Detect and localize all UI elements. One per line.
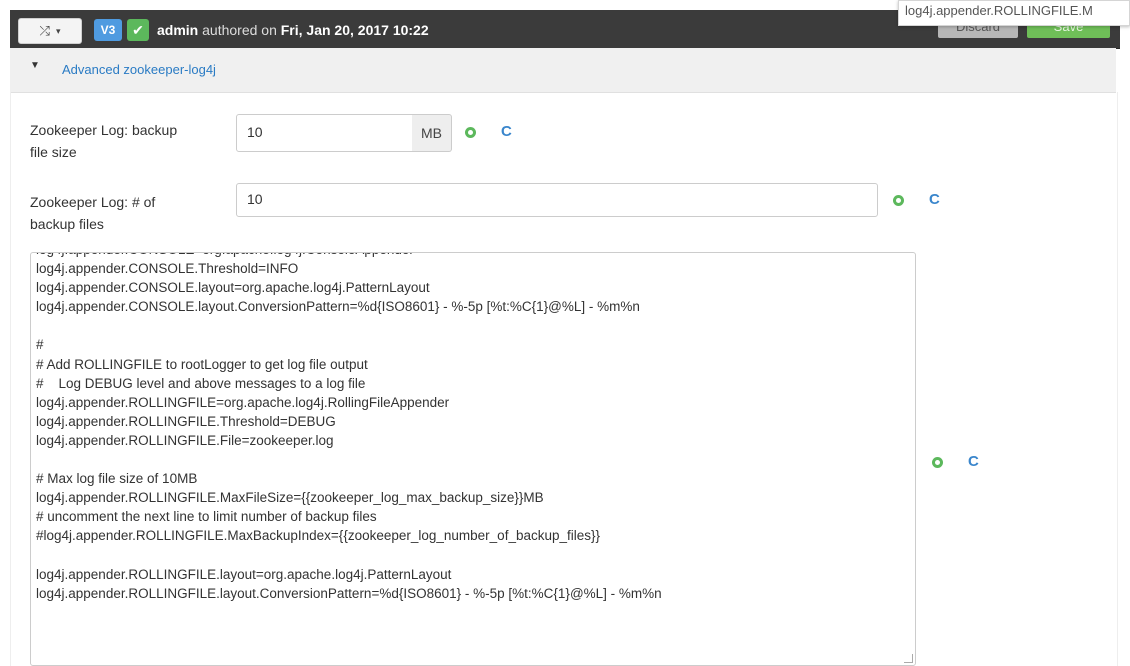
template-line: # uncomment the next line to limit numbe… [36, 509, 377, 525]
template-line: log4j.appender.CONSOLE=org.apache.log4j.… [36, 253, 662, 259]
template-line: log4j.appender.ROLLINGFILE.layout.Conver… [36, 585, 662, 601]
template-line: # [36, 337, 44, 353]
resize-handle[interactable] [904, 654, 913, 663]
backup-size-label-line2: file size [30, 144, 77, 160]
template-line: log4j.appender.ROLLINGFILE.layout=org.ap… [36, 566, 452, 582]
authored-text: authored on [198, 22, 281, 38]
add-override-icon[interactable] [465, 127, 476, 138]
template-line: log4j.appender.ROLLINGFILE.MaxFileSize={… [36, 490, 544, 506]
refresh-icon[interactable]: C [501, 124, 512, 139]
backup-size-label: Zookeeper Log: backup file size [30, 119, 177, 163]
backup-files-label-line2: backup files [30, 216, 104, 232]
version-author: admin [157, 22, 199, 38]
template-line: # Max log file size of 10MB [36, 471, 198, 487]
template-line: log4j.appender.ROLLINGFILE.Threshold=DEB… [36, 413, 336, 429]
backup-files-input[interactable]: 10 [236, 183, 878, 217]
refresh-icon[interactable]: C [929, 192, 940, 207]
template-line: # Log DEBUG level and above messages to … [36, 375, 366, 391]
template-line: log4j.appender.ROLLINGFILE=org.apache.lo… [36, 394, 450, 410]
section-title[interactable]: Advanced zookeeper-log4j [62, 62, 216, 77]
log4j-template-textarea[interactable]: log4j.appender.CONSOLE=org.apache.log4j.… [30, 252, 916, 666]
tooltip: log4j.appender.ROLLINGFILE.M [898, 0, 1130, 26]
template-line: log4j.appender.ROLLINGFILE.File=zookeepe… [36, 432, 334, 448]
version-date: Fri, Jan 20, 2017 10:22 [280, 22, 429, 38]
template-content: log4j.appender.CONSOLE=org.apache.log4j.… [36, 253, 662, 603]
template-line: log4j.appender.CONSOLE.layout.Conversion… [36, 299, 640, 315]
template-line [36, 546, 662, 565]
template-line [36, 316, 662, 335]
refresh-icon[interactable]: C [968, 454, 979, 469]
version-info: admin authored on Fri, Jan 20, 2017 10:2… [157, 22, 429, 38]
backup-files-label-line1: Zookeeper Log: # of [30, 194, 156, 210]
template-line: log4j.appender.CONSOLE.layout=org.apache… [36, 280, 430, 296]
template-line: # Add ROLLINGFILE to rootLogger to get l… [36, 356, 368, 372]
template-line: #log4j.appender.ROLLINGFILE.MaxBackupInd… [36, 528, 601, 544]
version-badge[interactable]: V3 [94, 19, 122, 41]
backup-size-label-line1: Zookeeper Log: backup [30, 122, 178, 138]
backup-size-input[interactable]: 10 [236, 114, 413, 152]
compare-versions-button[interactable]: ⤮ ▾ [18, 18, 82, 44]
shuffle-icon: ⤮ [39, 23, 50, 38]
chevron-down-icon: ▾ [55, 25, 61, 36]
backup-size-unit: MB [412, 114, 452, 152]
template-line: log4j.appender.CONSOLE.Threshold=INFO [36, 261, 299, 277]
backup-files-label: Zookeeper Log: # of backup files [30, 191, 155, 235]
add-override-icon[interactable] [893, 195, 904, 206]
advanced-zookeeper-log4j-header[interactable]: ▼ Advanced zookeeper-log4j [10, 48, 1116, 93]
collapse-caret-icon[interactable]: ▼ [30, 60, 40, 71]
current-version-check-icon: ✔ [127, 19, 149, 41]
add-override-icon[interactable] [932, 457, 943, 468]
template-line [36, 450, 662, 469]
